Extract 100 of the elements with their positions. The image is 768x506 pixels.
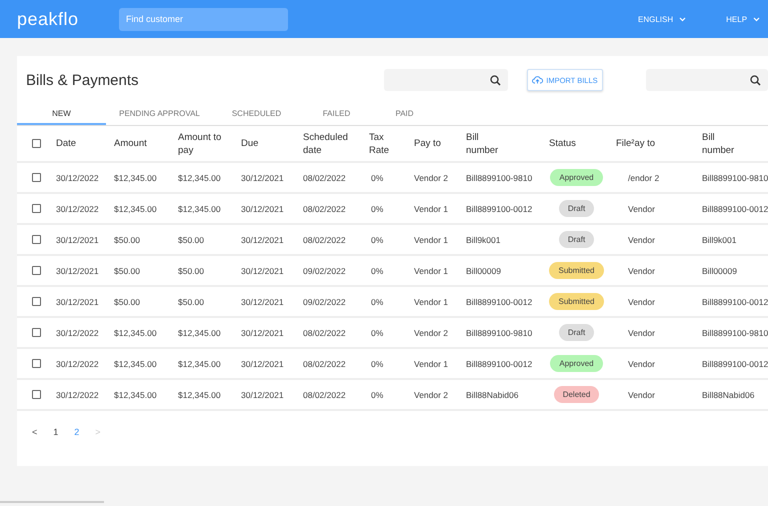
table-cell-text: Vendor (627, 296, 656, 306)
tab[interactable]: SCHEDULED (213, 104, 300, 125)
table-cell: Bill8899100-0012 (702, 204, 768, 214)
table-cell-text: 30/12/2021 (56, 266, 100, 276)
table-cell-text: $12,345.00 (178, 328, 222, 338)
status-badge: Deleted (554, 386, 600, 403)
table-cell-text: 30/12/2022 (56, 172, 100, 182)
page-button[interactable]: 1 (53, 427, 58, 437)
table-cell-text: $50.00 (178, 266, 205, 276)
status-badge: Draft (558, 231, 594, 248)
table-cell-text: Vendor (627, 328, 656, 338)
table-cell-text: 0% (370, 172, 384, 182)
column-header: Amount to pay (178, 130, 222, 156)
table-cell-text: Vendor 1 (414, 234, 450, 244)
logo: peakflo (17, 8, 80, 30)
table-cell: Bill8899100-9810 (702, 328, 768, 338)
tab[interactable]: FAILED (300, 104, 373, 125)
table-cell-text: 0% (370, 358, 384, 368)
table-cell-text: $12,345.00 (178, 204, 222, 214)
status-badge: Draft (558, 324, 594, 341)
table-cell-text: Bill00009 (466, 266, 502, 276)
previous-page-button[interactable]: < (32, 427, 38, 437)
tab[interactable]: PAID (373, 104, 436, 125)
table-cell-text: 30/12/2021 (241, 204, 285, 214)
table-cell-text: 30/12/2021 (241, 266, 285, 276)
table-cell-text: $12,345.00 (114, 172, 158, 182)
table-cell-text: 0% (370, 390, 384, 400)
table-cell-text: Vendor (627, 204, 656, 214)
table-cell-text: $12,345.00 (178, 358, 222, 368)
table-cell-text: $50.00 (178, 234, 205, 244)
table-cell: Bill8899100-0012 (702, 296, 768, 306)
column-header: Bill number (466, 130, 500, 156)
table-cell-text: Vendor 2 (414, 172, 450, 182)
table-cell-text: Bill88Nabid06 (466, 390, 520, 400)
table-cell-text: $12,345.00 (114, 204, 158, 214)
column-header: Scheduled date (303, 130, 349, 156)
table-cell-text: 30/12/2022 (56, 204, 100, 214)
table-cell-text: Vendor 1 (414, 266, 450, 276)
menu-dropdown[interactable]: ENGLISH (638, 14, 686, 24)
tab[interactable]: PENDING APPROVAL (106, 104, 213, 125)
table-cell-text: 08/02/2022 (303, 390, 347, 400)
table-cell-text: /endor 2 (627, 172, 660, 182)
table-cell-text: Vendor 2 (414, 390, 450, 400)
table-cell-text: $12,345.00 (178, 390, 222, 400)
table-cell-text: 09/02/2022 (303, 266, 347, 276)
column-header: Date (56, 137, 78, 150)
table-cell-text: 30/12/2021 (241, 328, 285, 338)
table-cell-text: 30/12/2021 (241, 296, 285, 306)
table-cell-text: Vendor (627, 234, 656, 244)
column-header: File²ay to (616, 137, 656, 150)
menu-dropdown[interactable]: HELP (726, 14, 760, 24)
table-cell-text: 08/02/2022 (303, 358, 347, 368)
table-cell-text: 30/12/2021 (56, 234, 100, 244)
table-cell-text: 08/02/2022 (303, 204, 347, 214)
column-header: Status (549, 137, 577, 150)
table-cell-text: $12,345.00 (114, 358, 158, 368)
table-cell-text: Bill8899100-0012 (466, 358, 534, 368)
table-cell-text: Vendor (627, 358, 656, 368)
table-cell-text: 08/02/2022 (303, 234, 347, 244)
status-badge: Approved (550, 355, 603, 372)
table-cell-text: Vendor 1 (414, 204, 450, 214)
table-cell-text: 30/12/2021 (241, 172, 285, 182)
table-cell-text: 0% (370, 266, 384, 276)
table-cell-text: Vendor 2 (414, 328, 450, 338)
page-button[interactable]: 2 (74, 427, 80, 437)
table-cell-text: $50.00 (114, 296, 141, 306)
table-cell-text: $12,345.00 (114, 328, 158, 338)
table-cell-text: 30/12/2021 (241, 358, 285, 368)
table-cell-text: Vendor 1 (414, 358, 450, 368)
status-badge: Submitted (549, 293, 604, 310)
customer-search-field[interactable]: Find customer (119, 8, 288, 30)
table-cell-text: Bill9k001 (702, 234, 738, 244)
status-badge: Submitted (549, 262, 604, 279)
column-header: Due (241, 137, 260, 150)
table-cell-text: Bill8899100-9810 (466, 328, 534, 338)
table-cell: Bill8899100-9810 (702, 172, 768, 182)
table-cell-text: 0% (370, 234, 384, 244)
table-cell-text: 30/12/2021 (241, 234, 285, 244)
status-badge: Draft (558, 200, 594, 217)
table-cell-text: $12,345.00 (178, 172, 222, 182)
table-cell-text: $50.00 (114, 234, 141, 244)
table-cell-text: 08/02/2022 (303, 172, 347, 182)
table-cell-text: 0% (370, 328, 384, 338)
table-cell-text: $50.00 (114, 266, 141, 276)
table-cell-text: Bill00009 (702, 266, 738, 276)
table-cell-text: 09/02/2022 (303, 296, 347, 306)
column-header: Amount (114, 137, 148, 150)
table-cell-text: Bill8899100-0012 (466, 296, 534, 306)
table-cell-text: Vendor 1 (414, 296, 450, 306)
table-cell-text: Vendor (627, 390, 656, 400)
table-cell-text: $50.00 (178, 296, 205, 306)
table-cell-text: Bill88Nabid06 (702, 390, 756, 400)
tab[interactable]: NEW (17, 104, 106, 125)
status-badge: Approved (550, 169, 603, 186)
table-cell-text: 0% (370, 204, 384, 214)
table-cell: Bill8899100-0012 (702, 358, 768, 368)
table-cell-text: Vendor (627, 266, 656, 276)
table-cell-text: 08/02/2022 (303, 328, 347, 338)
table-cell-text: $12,345.00 (114, 390, 158, 400)
page-title: Bills & Payments (26, 72, 140, 88)
